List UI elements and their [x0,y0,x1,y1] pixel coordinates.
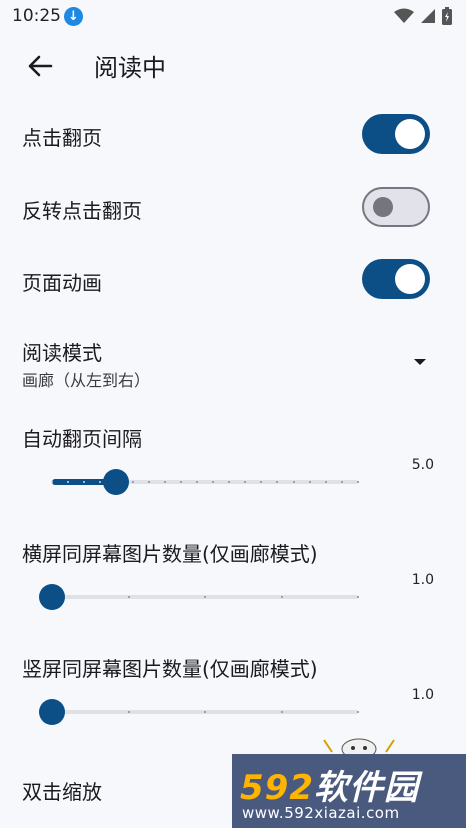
slider-step-tick [292,481,295,483]
back-button[interactable] [22,50,58,82]
dropdown-arrow-icon [414,359,426,365]
download-icon: ↓ [64,7,83,26]
slider-step-tick [127,711,130,713]
watermark-logo-text: 软件园 [313,768,419,808]
slider-thumb[interactable] [39,699,65,725]
battery-icon [442,7,452,25]
page-animation-switch[interactable] [362,259,430,299]
slider-step-tick [280,596,283,598]
slider-step-tick [163,481,166,483]
slider-step-tick [195,481,198,483]
slider-step-tick [51,481,53,483]
slider-step-tick [127,596,130,598]
slider-step-tick [357,481,359,483]
status-bar: 10:25 ↓ [0,0,466,32]
setting-label: 横屏同屏幕图片数量(仅画廊模式) [22,542,318,566]
status-time: 10:25 [12,6,61,26]
watermark-logo-number: 592 [240,768,314,808]
system-icons [394,6,452,26]
setting-reverse-tap[interactable]: 反转点击翻页 [0,186,466,234]
landscape-images-slider[interactable] [39,582,359,612]
slider-thumb[interactable] [103,469,130,495]
slider-step-tick [324,481,327,483]
switch-knob [395,119,425,149]
tap-page-turn-switch[interactable] [362,114,430,154]
watermark-logo: 592软件园 [240,760,419,809]
setting-label: 反转点击翻页 [22,199,142,223]
slider-step-tick [147,481,150,483]
setting-label: 竖屏同屏幕图片数量(仅画廊模式) [22,657,318,681]
slider-step-tick [280,711,283,713]
switch-knob [373,197,393,217]
read-mode-value: 画廊（从左到右） [22,371,151,390]
arrow-left-icon [28,55,53,77]
slider-step-tick [131,481,134,483]
setting-read-mode[interactable]: 阅读模式 画廊（从左到右） [0,334,466,392]
read-mode-dropdown[interactable] [406,348,434,376]
watermark-banner: 592软件园 www.592xiazai.com [232,754,466,828]
reverse-tap-switch[interactable] [362,187,430,227]
slider-step-tick [204,711,206,713]
setting-label: 双击缩放 [22,780,102,804]
slider-step-tick [179,481,182,483]
setting-portrait-images: 竖屏同屏幕图片数量(仅画廊模式) 1.0 [0,650,466,740]
setting-label: 阅读模式 [22,341,102,365]
setting-label: 自动翻页间隔 [22,427,142,451]
slider-step-tick [357,711,359,713]
setting-auto-page-interval: 自动翻页间隔 5.0 [0,420,466,510]
setting-label: 点击翻页 [22,126,102,150]
page-title: 阅读中 [94,54,166,82]
portrait-images-slider[interactable] [39,697,359,727]
setting-landscape-images: 横屏同屏幕图片数量(仅画廊模式) 1.0 [0,536,466,626]
slider-thumb[interactable] [39,584,65,610]
slider-step-tick [357,596,359,598]
portrait-images-value: 1.0 [411,687,434,703]
app-toolbar: 阅读中 [0,32,466,96]
switch-knob [395,264,425,294]
wifi-icon [394,8,414,23]
setting-label: 页面动画 [22,271,102,295]
auto-interval-value: 5.0 [411,457,434,473]
slider-step-tick [308,481,311,483]
setting-page-animation[interactable]: 页面动画 [0,258,466,306]
landscape-images-value: 1.0 [411,572,434,588]
slider-step-tick [340,481,343,483]
signal-icon [421,9,435,23]
setting-tap-page-turn[interactable]: 点击翻页 [0,112,466,160]
watermark-url: www.592xiazai.com [242,804,400,822]
auto-interval-slider[interactable] [51,467,359,497]
slider-step-tick [204,596,206,598]
